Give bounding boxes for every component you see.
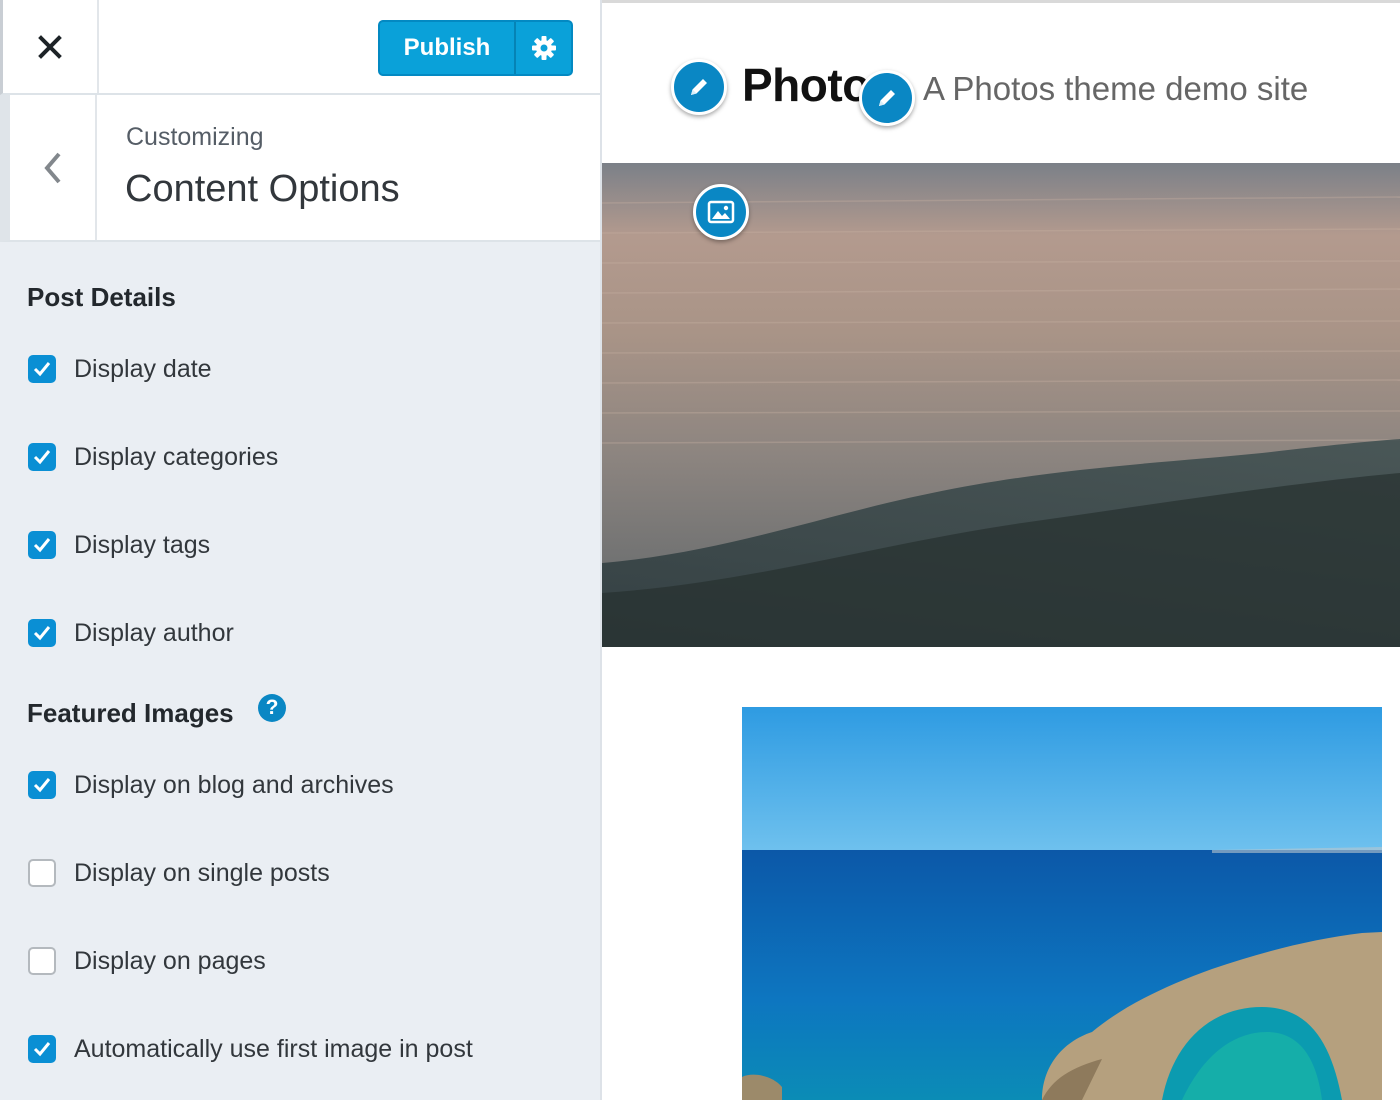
option-label: Display on pages [74, 946, 266, 975]
checkbox[interactable] [28, 859, 56, 887]
option-display-categories[interactable]: Display categories [28, 442, 278, 472]
image-icon [707, 200, 735, 224]
publish-button-group: Publish [378, 20, 573, 76]
site-preview: Photo A Photos theme demo site [602, 0, 1400, 1100]
option-display-single-posts[interactable]: Display on single posts [28, 858, 330, 888]
site-tagline[interactable]: A Photos theme demo site [923, 70, 1308, 108]
checkmark-icon [33, 626, 51, 641]
option-label: Display tags [74, 530, 211, 559]
option-display-date[interactable]: Display date [28, 354, 212, 384]
customizing-label: Customizing [126, 123, 264, 151]
section-header: Customizing Content Options [0, 95, 600, 242]
pencil-icon [691, 79, 707, 95]
featured-images-heading: Featured Images [27, 698, 234, 728]
checkmark-icon [33, 1042, 51, 1057]
close-button[interactable] [3, 0, 99, 93]
post-details-heading: Post Details [27, 282, 176, 312]
checkbox[interactable] [28, 355, 56, 383]
customizer-sidebar: Publish Customizing Content Options Post… [0, 0, 602, 1100]
checkbox[interactable] [28, 1035, 56, 1063]
help-icon[interactable]: ? [258, 694, 286, 722]
edit-header-image-shortcut[interactable] [693, 184, 749, 240]
back-button[interactable] [10, 95, 97, 240]
option-display-blog-archives[interactable]: Display on blog and archives [28, 770, 394, 800]
edit-tagline-shortcut[interactable] [859, 70, 915, 126]
option-display-tags[interactable]: Display tags [28, 530, 210, 560]
gear-icon [531, 36, 556, 60]
customizer-header-actions: Publish [0, 0, 600, 95]
option-label: Display author [74, 618, 234, 647]
checkmark-icon [33, 778, 51, 793]
checkbox[interactable] [28, 443, 56, 471]
chevron-left-icon [43, 152, 61, 183]
edit-site-title-shortcut[interactable] [671, 59, 727, 115]
publish-settings-button[interactable] [516, 22, 571, 74]
post-featured-image[interactable] [742, 707, 1382, 1100]
checkbox[interactable] [28, 619, 56, 647]
option-display-author[interactable]: Display author [28, 618, 234, 648]
pencil-icon [879, 90, 895, 106]
checkmark-icon [33, 362, 51, 377]
option-auto-first-image[interactable]: Automatically use first image in post [28, 1034, 473, 1064]
preview-top-border [602, 0, 1400, 3]
checkbox[interactable] [28, 771, 56, 799]
post-image-sea [742, 707, 1382, 1100]
checkmark-icon [33, 450, 51, 465]
option-label: Display on single posts [74, 858, 330, 887]
publish-button[interactable]: Publish [380, 22, 514, 74]
option-label: Automatically use first image in post [74, 1034, 473, 1063]
option-display-pages[interactable]: Display on pages [28, 946, 266, 976]
option-label: Display categories [74, 442, 279, 471]
checkmark-icon [33, 538, 51, 553]
section-title: Content Options [125, 168, 400, 210]
option-label: Display date [74, 354, 212, 383]
site-title[interactable]: Photo [742, 58, 870, 112]
option-label: Display on blog and archives [74, 770, 394, 799]
close-icon [38, 34, 62, 59]
checkbox[interactable] [28, 947, 56, 975]
checkbox[interactable] [28, 531, 56, 559]
